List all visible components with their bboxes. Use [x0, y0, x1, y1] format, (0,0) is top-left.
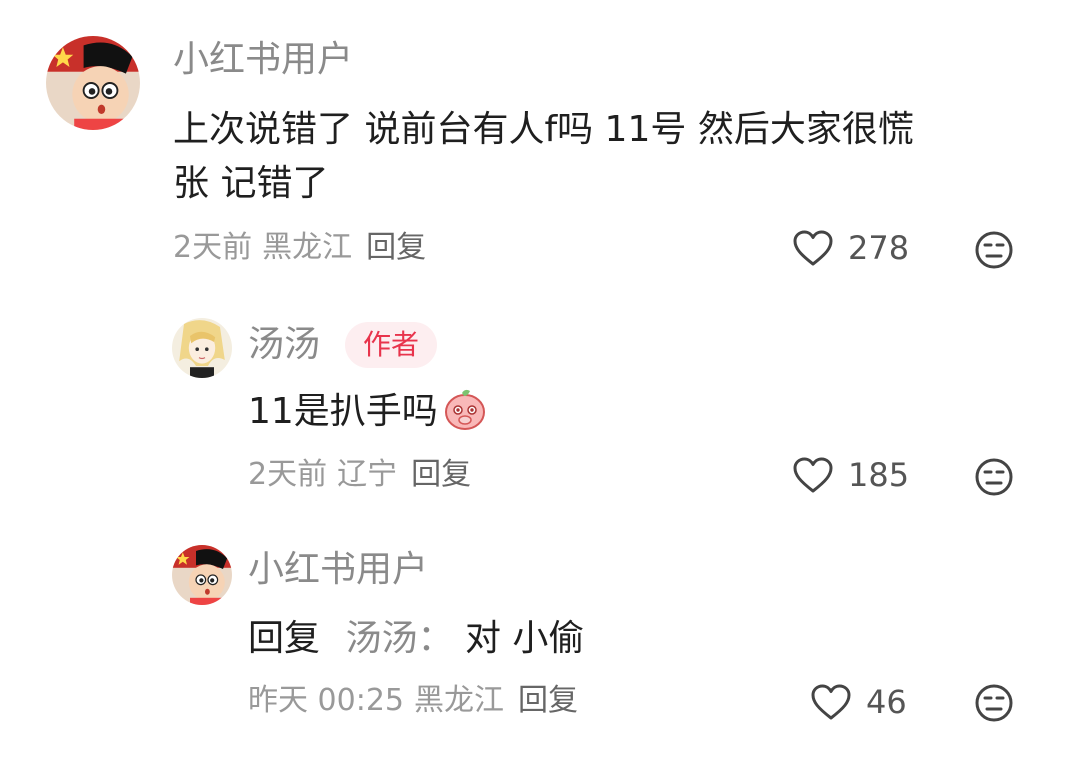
avatar[interactable]: [172, 545, 232, 605]
like-count: 46: [866, 683, 907, 721]
dislike-button[interactable]: [974, 457, 1014, 497]
dislike-button[interactable]: [974, 230, 1014, 270]
comment-text: 上次说错了 说前台有人f吗 11号 然后大家很慌 张 记错了: [173, 103, 1033, 211]
meh-face-icon: [975, 458, 1013, 496]
comment-text-content: 对 小偷: [464, 618, 585, 659]
heart-outline-icon: [793, 230, 833, 266]
timestamp: 昨天 00:25: [248, 683, 404, 718]
comment-meta: 2天前 黑龙江 回复: [173, 233, 426, 263]
like-button[interactable]: 46: [810, 683, 907, 721]
comment-text-line: 上次说错了 说前台有人f吗 11号 然后大家很慌: [173, 109, 914, 150]
comment-text-line: 张 记错了: [173, 163, 329, 204]
username[interactable]: 汤汤: [248, 327, 320, 363]
comment-meta: 昨天 00:25 黑龙江 回复: [248, 686, 578, 716]
dislike-button[interactable]: [974, 683, 1014, 723]
timestamp: 2天前: [173, 230, 253, 265]
location: 黑龙江: [262, 230, 353, 265]
like-button[interactable]: 278: [792, 229, 909, 267]
meh-face-icon: [975, 231, 1013, 269]
username[interactable]: 小红书用户: [248, 552, 428, 588]
location: 辽宁: [337, 457, 398, 492]
reply-button[interactable]: 回复: [411, 457, 471, 492]
timestamp: 2天前: [248, 457, 328, 492]
avatar[interactable]: [172, 318, 232, 378]
author-badge: 作者: [345, 322, 438, 368]
avatar[interactable]: [46, 36, 140, 130]
reply-button[interactable]: 回复: [366, 230, 426, 265]
like-count: 185: [848, 456, 910, 494]
peach-face-emoji: [442, 385, 488, 431]
comment-meta: 2天前 辽宁 回复: [248, 460, 471, 490]
comment-text: 11是扒手吗: [248, 385, 488, 439]
comment-text: 回复 汤汤： 对 小偷: [248, 612, 584, 666]
reply-button[interactable]: 回复: [518, 683, 578, 718]
like-button[interactable]: 185: [792, 456, 909, 494]
reply-prefix: 回复: [248, 618, 321, 659]
location: 黑龙江: [414, 683, 504, 718]
reply-target[interactable]: 汤汤：: [345, 618, 453, 659]
comment-text-content: 11是扒手吗: [248, 391, 438, 432]
heart-outline-icon: [811, 684, 851, 720]
meh-face-icon: [975, 684, 1013, 722]
like-count: 278: [848, 229, 910, 267]
username[interactable]: 小红书用户: [173, 42, 353, 78]
heart-outline-icon: [793, 457, 833, 493]
